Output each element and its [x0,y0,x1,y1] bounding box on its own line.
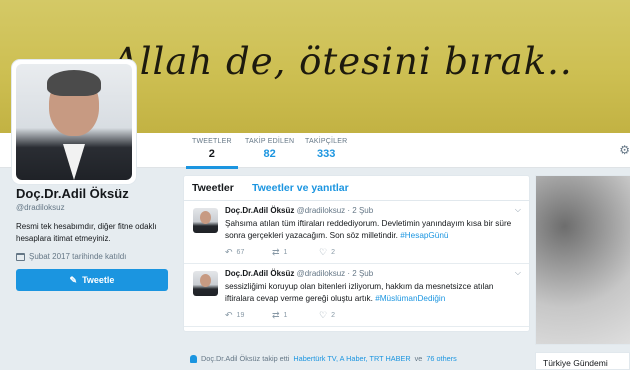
profile-handle[interactable]: @dradiloksuz [16,203,174,212]
like-action[interactable]: ♡ 2 [319,247,366,258]
tweet-header: Doç.Dr.Adil Öksüz @dradiloksuz · 2 Şub [225,269,373,278]
retweet-action[interactable]: ⇄ 1 [272,310,319,321]
chevron-down-icon[interactable]: ⌵ [515,268,521,278]
trends-title: Türkiye Gündemi [535,352,630,370]
tweet-body: sessizliğimi koruyup olan bitenleri izli… [225,282,494,303]
tweet-hashtag[interactable]: #HesapGünü [400,231,448,240]
tweet-button[interactable]: ✎ Tweetle [16,269,168,291]
like-count: 2 [331,249,335,256]
tweet-button-label: Tweetle [82,275,115,285]
following-stat[interactable]: TAKİP EDİLEN 82 [245,138,294,160]
retweet-count: 1 [283,312,288,319]
tweet-meta: @dradiloksuz · 2 Şub [296,206,374,215]
profile-bio: Resmi tek hesabımdır, diğer fitne odaklı… [16,222,157,243]
retweet-icon: ⇄ [272,247,280,257]
heart-icon: ♡ [319,247,328,257]
heart-icon: ♡ [319,310,328,320]
timeline-tabs: Tweetler Tweetler ve yanıtlar [184,176,529,201]
tweet-actions: ↶ 67 ⇄ 1 ♡ 2 [225,247,366,258]
profile-card: Doç.Dr.Adil Öksüz @dradiloksuz Resmi tek… [16,186,174,291]
followed-accounts-links[interactable]: Habertürk TV, A Haber, TRT HABER [293,354,410,363]
reply-action[interactable]: ↶ 19 [225,310,272,321]
follow-line-prefix: Doç.Dr.Adil Öksüz takip etti [201,354,290,363]
followers-stat-value: 333 [316,148,336,160]
tweet-header: Doç.Dr.Adil Öksüz @dradiloksuz · 2 Şub [225,206,373,215]
tweet-text: Şahsıma atılan tüm iftiraları reddediyor… [225,218,521,241]
media-thumbnail[interactable] [535,175,630,345]
followers-stat[interactable]: TAKİPÇİLER 333 [305,138,347,160]
reply-icon: ↶ [225,247,233,257]
follow-line-and: ve [414,354,423,363]
like-count: 2 [331,312,335,319]
following-stat-label: TAKİP EDİLEN [245,138,295,145]
like-action[interactable]: ♡ 2 [319,310,366,321]
calendar-icon [16,252,25,261]
person-icon [190,354,197,363]
tweet-text: sessizliğimi koruyup olan bitenleri izli… [225,281,521,304]
compose-icon: ✎ [69,274,78,285]
avatar[interactable] [12,60,136,184]
tab-tweets-and-replies[interactable]: Tweetler ve yanıtlar [252,182,349,194]
tweet-avatar[interactable] [193,208,218,233]
chevron-down-icon[interactable]: ⌵ [515,205,521,215]
tweet-item[interactable]: Doç.Dr.Adil Öksüz @dradiloksuz · 2 Şub ⌵… [184,264,529,327]
tweet-hashtag[interactable]: #MüslümanDediğin [375,294,445,303]
retweet-count: 1 [283,249,288,256]
reply-icon: ↶ [225,310,233,320]
tweet-body: Şahsıma atılan tüm iftiraları reddediyor… [225,219,512,240]
timeline: Tweetler Tweetler ve yanıtlar Doç.Dr.Adi… [183,175,530,332]
retweet-action[interactable]: ⇄ 1 [272,247,319,258]
tweet-author-name[interactable]: Doç.Dr.Adil Öksüz [225,206,294,215]
joined-text: Şubat 2017 tarihinde katıldı [29,252,127,261]
tweet-avatar[interactable] [193,271,218,296]
avatar-photo [16,64,132,180]
tab-tweets[interactable]: Tweetler [192,182,234,194]
profile-name[interactable]: Doç.Dr.Adil Öksüz [16,186,174,201]
following-stat-value: 82 [263,148,276,160]
followers-stat-label: TAKİPÇİLER [305,138,348,145]
tweet-actions: ↶ 19 ⇄ 1 ♡ 2 [225,310,366,321]
followed-accounts-line: Doç.Dr.Adil Öksüz takip etti Habertürk T… [190,354,457,363]
banner-text: Allah de, ötesini bırak.. [112,40,573,83]
tweet-author-name[interactable]: Doç.Dr.Adil Öksüz [225,269,294,278]
joined-date: Şubat 2017 tarihinde katıldı [16,252,174,261]
reply-action[interactable]: ↶ 67 [225,247,272,258]
gear-icon[interactable]: ⚙ [619,143,630,157]
tweets-stat-label: TWEETLER [192,138,232,145]
followed-others-link[interactable]: 76 others [426,354,456,363]
reply-count: 67 [236,249,245,256]
tweets-stat[interactable]: TWEETLER 2 [186,138,238,169]
tweet-item[interactable]: Doç.Dr.Adil Öksüz @dradiloksuz · 2 Şub ⌵… [184,201,529,264]
tweets-stat-value: 2 [208,148,215,160]
tweet-meta: @dradiloksuz · 2 Şub [296,269,374,278]
reply-count: 19 [236,312,245,319]
retweet-icon: ⇄ [272,310,280,320]
